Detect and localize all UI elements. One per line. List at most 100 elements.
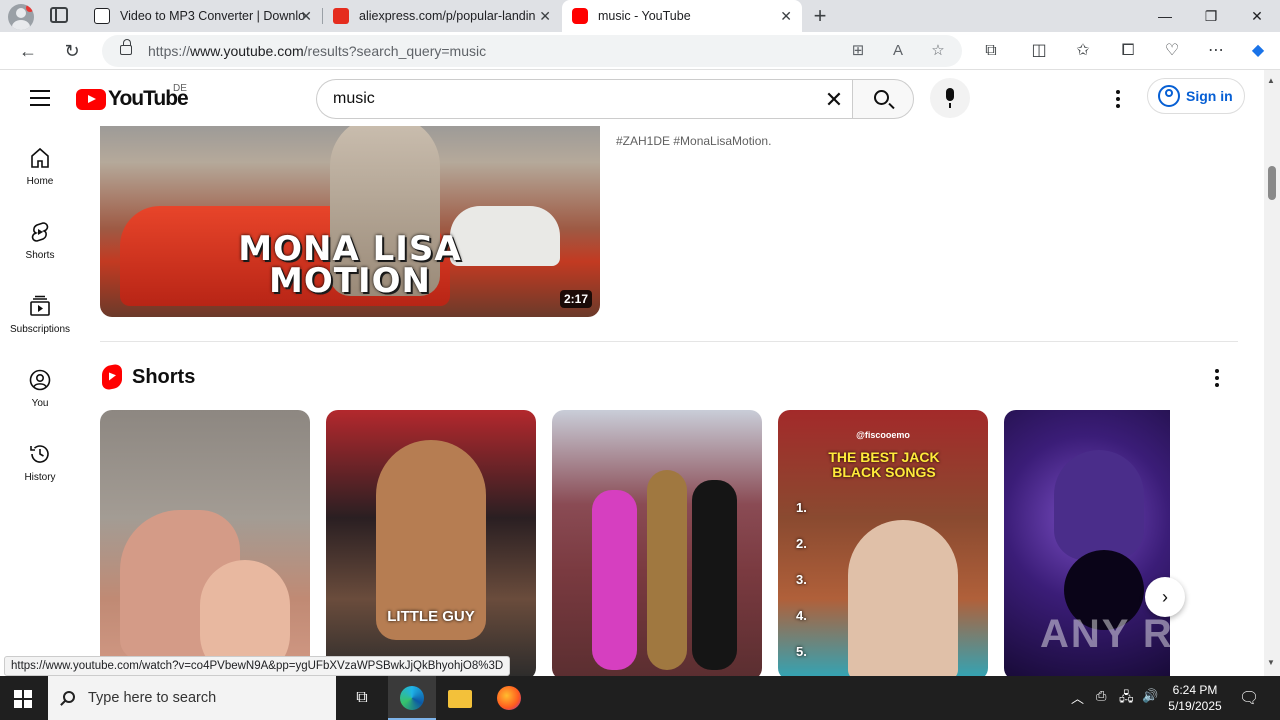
read-aloud-icon[interactable]: A [888,41,908,61]
short-thumbnail-art [1054,450,1144,560]
guide-item-home[interactable]: Home [0,146,80,187]
restore-button[interactable]: ❐ [1188,0,1234,32]
video-duration-badge: 2:17 [559,290,592,308]
search-input[interactable]: music ✕ [316,79,852,119]
youtube-play-icon [76,88,106,110]
short-channel-handle: @fiscooemo [856,430,910,440]
refresh-icon[interactable]: ↻ [60,39,84,63]
short-thumbnail-art [647,470,687,670]
voice-search-button[interactable] [930,78,970,118]
taskbar-search-placeholder: Type here to search [88,690,217,706]
url-host: www.youtube.com [190,43,304,59]
taskbar-search-box[interactable]: Type here to search [48,676,336,720]
guide-item-subscriptions[interactable]: Subscriptions [0,294,80,335]
extensions-icon[interactable]: ⧉ [979,39,1003,63]
profile-avatar[interactable] [8,4,34,30]
task-view-icon[interactable]: ⧉ [350,686,374,710]
firefox-icon[interactable] [497,686,521,710]
menu-hamburger-icon[interactable] [30,90,50,106]
volume-icon[interactable]: 🔊 [1142,688,1158,704]
settings-more-icon[interactable]: ⋯ [1204,39,1228,63]
windows-start-icon[interactable] [14,690,32,708]
shorts-logo-icon [102,363,122,391]
short-card[interactable]: LITTLE GUY [326,410,536,676]
guide-item-you[interactable]: You [0,368,80,409]
guide-label: Subscriptions [9,324,71,335]
sign-in-button[interactable]: Sign in [1147,78,1245,114]
guide-label: Home [26,176,54,187]
scroll-up-arrow-icon[interactable]: ▲ [1267,76,1275,85]
region-code: DE [173,83,187,94]
browser-toolbar: ← ↻ https://www.youtube.com/results?sear… [0,32,1280,70]
favorites-icon[interactable]: ✩ [1071,39,1095,63]
search-query-text: music [333,90,375,107]
history-icon [30,445,49,463]
page-scrollbar[interactable]: ▲ ▼ [1264,70,1280,676]
tray-device-icon[interactable]: ⎙ [1096,688,1106,704]
split-screen-icon[interactable]: ◫ [1027,39,1051,63]
short-card[interactable] [552,410,762,676]
clock-time: 6:24 PM [1172,683,1218,697]
tab-actions-icon[interactable] [50,7,68,23]
tray-overflow-chevron-icon[interactable]: ︿ [1071,688,1084,707]
microphone-icon [946,88,954,108]
minimize-button[interactable]: — [1142,0,1188,32]
search-icon [63,691,75,703]
network-icon[interactable]: 🖧 [1119,688,1134,710]
shorts-more-icon[interactable] [1215,369,1219,390]
app-available-icon[interactable]: ⊞ [848,41,868,61]
youtube-logo[interactable]: YouTube DE [76,83,189,111]
short-thumbnail-art [692,480,737,670]
search-results: MONA LISA MOTION 2:17 #ZAH1DE #MonaLisaM… [80,126,1264,676]
collections-icon[interactable]: ⧠ [1116,39,1140,63]
short-overlay-text: LITTLE GUY [387,608,475,625]
clear-search-icon[interactable]: ✕ [822,88,846,112]
shorts-icon [31,222,49,242]
settings-menu-icon[interactable] [1116,90,1120,111]
short-thumbnail-art [848,520,958,676]
close-tab-icon[interactable]: ✕ [300,8,312,25]
browser-tab-strip: Video to MP3 Converter | Downlo ✕ aliexp… [0,0,1280,32]
favorite-star-icon[interactable]: ☆ [928,41,948,61]
clock-date: 5/19/2025 [1168,699,1222,713]
list-item: 5. [796,644,807,659]
video-description-snippet[interactable]: #ZAH1DE #MonaLisaMotion. [616,134,771,148]
video-thumbnail[interactable]: MONA LISA MOTION 2:17 [100,126,600,317]
new-tab-button[interactable]: + [808,4,832,28]
copilot-icon[interactable]: ◆ [1246,39,1270,63]
file-explorer-icon[interactable] [448,690,472,708]
scrollbar-thumb[interactable] [1268,166,1276,200]
short-card[interactable] [100,410,310,676]
close-tab-icon[interactable]: ✕ [780,8,792,25]
youtube-header: YouTube DE music ✕ Sign in [0,70,1264,126]
guide-label: Shorts [25,250,55,261]
edge-browser-icon[interactable] [400,686,424,710]
tab-youtube-music[interactable]: music - YouTube ✕ [562,0,802,32]
browser-essentials-icon[interactable]: ♡ [1160,39,1184,63]
back-arrow-icon[interactable]: ← [16,39,40,63]
notification-center-icon[interactable]: 🗨 [1239,688,1259,708]
guide-item-history[interactable]: History [0,442,80,483]
lock-icon[interactable] [120,39,132,55]
list-item: 4. [796,608,807,623]
shelf-next-button[interactable]: › [1145,577,1185,617]
search-button[interactable] [852,79,914,119]
scroll-down-arrow-icon[interactable]: ▼ [1267,658,1275,667]
short-card[interactable]: @fiscooemo THE BEST JACK BLACK SONGS 1. … [778,410,988,676]
close-window-button[interactable]: ✕ [1234,0,1280,32]
short-numbered-list: 1. 2. 3. 4. 5. [796,490,807,670]
close-tab-icon[interactable]: ✕ [539,8,551,25]
document-favicon-icon [94,8,110,24]
taskbar-clock[interactable]: 6:24 PM 5/19/2025 [1158,682,1232,714]
thumbnail-title-line2: MOTION [269,261,431,301]
tab-title: music - YouTube [598,9,691,23]
url-path: /results?search_query=music [303,43,487,59]
tab-title: aliexpress.com/p/popular-landin [359,9,536,23]
tab-video-to-mp3[interactable]: Video to MP3 Converter | Downlo ✕ [84,0,322,32]
tab-aliexpress[interactable]: aliexpress.com/p/popular-landin ✕ [323,0,561,32]
tab-title: Video to MP3 Converter | Downlo [120,9,306,23]
guide-item-shorts[interactable]: Shorts [0,220,80,261]
url-text[interactable]: https://www.youtube.com/results?search_q… [148,43,486,59]
address-bar[interactable]: https://www.youtube.com/results?search_q… [102,35,962,67]
you-icon [29,369,51,391]
